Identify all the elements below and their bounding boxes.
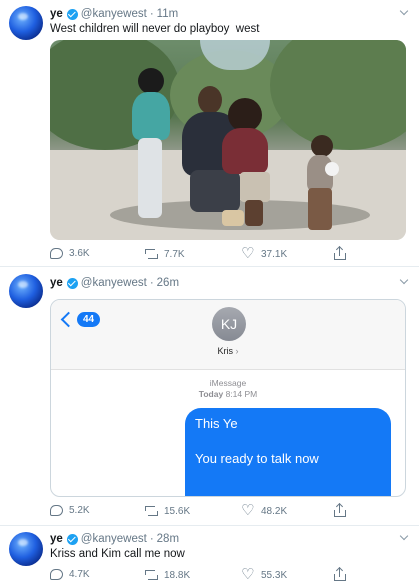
back-button: 44 bbox=[60, 311, 101, 328]
retweet-count: 15.6K bbox=[164, 505, 191, 517]
message-day: Today bbox=[198, 389, 224, 399]
retweet-button[interactable]: 7.7K bbox=[145, 248, 185, 260]
tweet-header: ye @kanyewest · 26m bbox=[50, 277, 179, 289]
photo-figure bbox=[138, 68, 164, 94]
photo-figure bbox=[138, 138, 162, 218]
tweet-1[interactable]: ye @kanyewest · 11m West children will n… bbox=[0, 0, 419, 263]
contact-name: Kris › bbox=[51, 346, 405, 356]
timestamp[interactable]: 28m bbox=[157, 533, 179, 545]
verified-badge-icon bbox=[66, 8, 78, 20]
reply-button[interactable]: 5.2K bbox=[50, 505, 90, 516]
retweet-count: 18.8K bbox=[164, 569, 191, 581]
like-button[interactable]: 55.3K bbox=[241, 565, 288, 583]
share-button[interactable] bbox=[333, 245, 346, 260]
tweet-header: ye @kanyewest · 28m bbox=[50, 533, 179, 545]
imessage-header: 44 KJ Kris › bbox=[51, 300, 405, 370]
separator-dot: · bbox=[149, 8, 154, 20]
photo-figure bbox=[222, 128, 268, 174]
contact-chevron-icon: › bbox=[235, 346, 239, 356]
share-icon bbox=[333, 245, 346, 260]
tweet-text: Kriss and Kim call me now bbox=[50, 548, 185, 560]
reply-button[interactable]: 4.7K bbox=[50, 569, 90, 580]
photo-figure bbox=[198, 86, 222, 114]
tweet-header: ye @kanyewest · 11m bbox=[50, 8, 178, 20]
caret-down-icon[interactable] bbox=[399, 277, 409, 287]
unread-badge: 44 bbox=[77, 312, 101, 327]
retweet-icon bbox=[145, 505, 158, 517]
avatar[interactable] bbox=[9, 532, 43, 566]
retweet-icon bbox=[145, 569, 158, 581]
verified-badge-icon bbox=[66, 533, 78, 545]
share-icon bbox=[333, 566, 346, 581]
like-count: 48.2K bbox=[261, 505, 288, 517]
user-handle[interactable]: @kanyewest bbox=[81, 8, 147, 20]
photo-figure bbox=[325, 162, 339, 176]
sent-message-bubble: This Ye You ready to talk now bbox=[185, 408, 391, 496]
service-label: iMessage bbox=[209, 378, 247, 388]
reply-button[interactable]: 3.6K bbox=[50, 248, 90, 259]
photo-figure bbox=[240, 172, 270, 202]
like-button[interactable]: 37.1K bbox=[241, 244, 288, 262]
photo-figure bbox=[190, 170, 240, 212]
avatar[interactable] bbox=[9, 274, 43, 308]
tweet-actions: 3.6K 7.7K 37.1K bbox=[50, 244, 390, 262]
verified-badge-icon bbox=[66, 277, 78, 289]
reply-count: 4.7K bbox=[69, 569, 90, 580]
photo-figure bbox=[245, 200, 263, 226]
share-button[interactable] bbox=[333, 566, 346, 581]
like-button[interactable]: 48.2K bbox=[241, 501, 288, 519]
like-icon bbox=[241, 565, 255, 583]
photo-figure bbox=[132, 92, 170, 140]
share-button[interactable] bbox=[333, 502, 346, 517]
retweet-button[interactable]: 18.8K bbox=[145, 569, 190, 581]
photo-figure bbox=[311, 135, 333, 157]
timestamp[interactable]: 11m bbox=[157, 8, 179, 20]
user-handle[interactable]: @kanyewest bbox=[81, 277, 147, 289]
like-count: 37.1K bbox=[261, 248, 288, 260]
imessage-screenshot[interactable]: 44 KJ Kris › iMessage Today 8:14 PM This… bbox=[50, 299, 406, 497]
reply-icon bbox=[50, 505, 63, 516]
separator-dot: · bbox=[149, 277, 154, 289]
display-name[interactable]: ye bbox=[50, 8, 63, 20]
contact-avatar: KJ bbox=[212, 307, 246, 341]
caret-down-icon[interactable] bbox=[399, 8, 409, 18]
reply-count: 5.2K bbox=[69, 505, 90, 516]
message-timestamp: Today 8:14 PM bbox=[51, 389, 405, 399]
user-handle[interactable]: @kanyewest bbox=[81, 533, 147, 545]
caret-down-icon[interactable] bbox=[399, 533, 409, 543]
tweet-photo[interactable] bbox=[50, 40, 406, 240]
separator-dot: · bbox=[149, 533, 154, 545]
like-icon bbox=[241, 501, 255, 519]
photo-figure bbox=[222, 210, 244, 226]
tweet-actions: 5.2K 15.6K 48.2K bbox=[50, 501, 390, 519]
timestamp[interactable]: 26m bbox=[157, 277, 179, 289]
reply-icon bbox=[50, 569, 63, 580]
photo-tree bbox=[270, 40, 406, 150]
tweet-3[interactable]: ye @kanyewest · 28m Kriss and Kim call m… bbox=[0, 526, 419, 587]
like-icon bbox=[241, 244, 255, 262]
contact-label: Kris bbox=[217, 346, 233, 356]
tweet-text: West children will never do playboy west bbox=[50, 23, 260, 35]
avatar[interactable] bbox=[9, 6, 43, 40]
message-line: You ready to talk now bbox=[195, 450, 319, 466]
message-line: This Ye bbox=[195, 416, 238, 431]
tweet-actions: 4.7K 18.8K 55.3K bbox=[50, 565, 390, 583]
retweet-count: 7.7K bbox=[164, 248, 185, 260]
photo-figure bbox=[308, 188, 332, 230]
share-icon bbox=[333, 502, 346, 517]
like-count: 55.3K bbox=[261, 569, 288, 581]
retweet-button[interactable]: 15.6K bbox=[145, 505, 190, 517]
back-chevron-icon bbox=[60, 311, 77, 328]
display-name[interactable]: ye bbox=[50, 277, 63, 289]
message-clock: 8:14 PM bbox=[225, 389, 258, 399]
photo-figure bbox=[228, 98, 262, 132]
reply-count: 3.6K bbox=[69, 248, 90, 259]
reply-icon bbox=[50, 248, 63, 259]
retweet-icon bbox=[145, 248, 158, 260]
display-name[interactable]: ye bbox=[50, 533, 63, 545]
